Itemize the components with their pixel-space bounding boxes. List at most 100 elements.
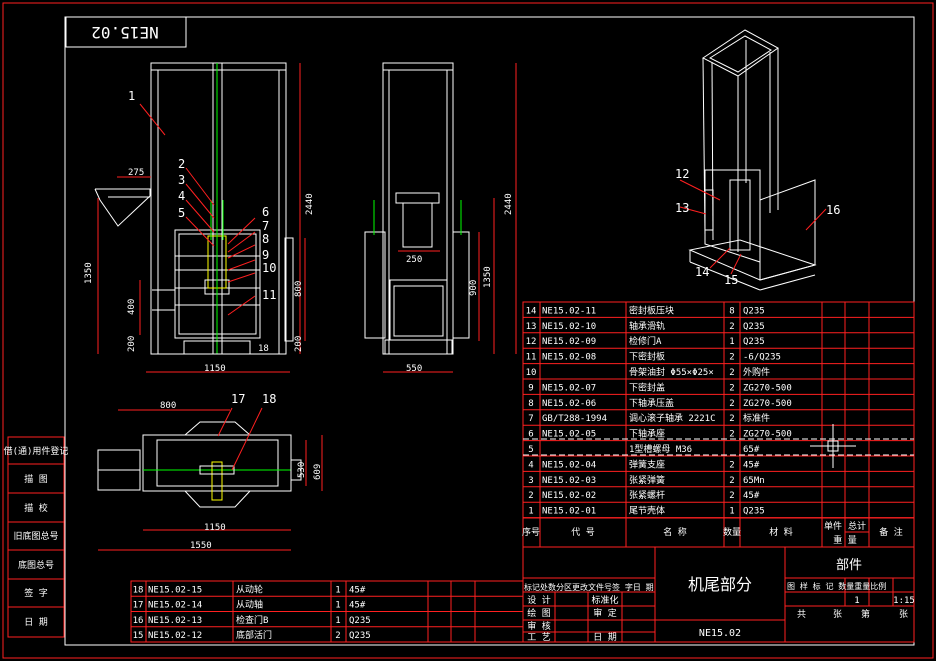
bom-cell-material: ZG270-500 xyxy=(743,399,792,409)
side-view: 2440 250 1350 900 550 xyxy=(364,62,517,374)
bom-cell-code: NE15.02-08 xyxy=(542,353,596,363)
bom2-cell-qty: 1 xyxy=(335,601,340,611)
bom-h-code: 代 号 xyxy=(571,527,594,538)
bom-cell-code: GB/T288-1994 xyxy=(542,414,607,424)
bom-cell-qty: 8 xyxy=(729,306,734,316)
callout-18: 18 xyxy=(262,392,276,406)
bom2-cell-no: 15 xyxy=(133,631,144,641)
side-stamp-table: 借(通)用件登记 描 图 描 校 旧底图总号 底图总号 签 字 日 期 xyxy=(4,436,68,638)
bom-cell-code: NE15.02-04 xyxy=(542,460,596,470)
bom-cell-no: 8 xyxy=(528,399,533,409)
bom-cell-no: 11 xyxy=(526,353,537,363)
bom-cell-name: 尾节壳体 xyxy=(629,505,665,517)
bom-cell-code: NE15.02-06 xyxy=(542,399,596,409)
bom-cell-material: 45# xyxy=(743,491,760,501)
callout-8: 8 xyxy=(262,232,269,246)
tb-role2-0: 标准化 xyxy=(591,594,618,606)
crosshair-cursor xyxy=(810,424,856,468)
bom-cell-qty: 2 xyxy=(729,460,734,470)
bom2-cell-code: NE15.02-14 xyxy=(148,601,202,611)
callout-13: 13 xyxy=(675,201,689,215)
bom-cell-name: 下密封盖 xyxy=(629,381,665,393)
bom-cell-qty: 2 xyxy=(729,399,734,409)
bom-cell-code: NE15.02-11 xyxy=(542,306,596,316)
tb-category: 部件 xyxy=(836,558,862,573)
bom-cell-no: 2 xyxy=(528,491,533,501)
callout-7: 7 xyxy=(262,219,269,233)
bom-cell-material: Q235 xyxy=(743,322,765,332)
bom-cell-material: 标准件 xyxy=(743,412,770,424)
tb-part-name: 机尾部分 xyxy=(688,575,752,594)
bom-cell-code: NE15.02-10 xyxy=(542,322,596,332)
dim-front-2440: 2440 xyxy=(305,193,315,215)
drawing-sheet: NE15.02 借(通)用件登记 描 图 描 校 旧底图总号 底图总号 签 字 … xyxy=(2,2,934,659)
bom-h-unit: 单件 xyxy=(824,520,842,532)
stamp-2: 描 校 xyxy=(24,502,47,514)
bom2-cell-code: NE15.02-13 xyxy=(148,616,202,626)
callout-3: 3 xyxy=(178,173,185,187)
tb-role2-3: 日 期 xyxy=(593,632,616,643)
tb-scale: 1:15 xyxy=(893,596,915,606)
callout-10: 10 xyxy=(262,261,276,275)
bom2-cell-code: NE15.02-12 xyxy=(148,631,202,641)
bom-cell-no: 6 xyxy=(528,430,533,440)
bom-cell-name: 检修门A xyxy=(629,335,662,347)
bom-cell-no: 4 xyxy=(528,460,533,470)
bom-cell-no: 10 xyxy=(526,368,537,378)
bom-cell-code: NE15.02-02 xyxy=(542,491,596,501)
bom2-cell-material: 45# xyxy=(349,601,366,611)
callout-4: 4 xyxy=(178,189,185,203)
bom-cell-no: 9 xyxy=(528,383,533,393)
callout-1: 1 xyxy=(128,89,135,103)
tb-role2-1: 审 定 xyxy=(593,607,616,619)
bom-cell-material: Q235 xyxy=(743,337,765,347)
bom2-cell-qty: 2 xyxy=(335,631,340,641)
bom-cell-name: 弹簧支座 xyxy=(629,458,665,470)
callout-17: 17 xyxy=(231,392,245,406)
bom-cell-qty: 2 xyxy=(729,476,734,486)
bom-cell-material: Q235 xyxy=(743,306,765,316)
dim-front-200a: 200 xyxy=(127,336,137,352)
bom2-cell-name: 从动轴 xyxy=(236,599,263,611)
dim-front-18: 18 xyxy=(258,344,269,354)
bom-cell-name: 调心滚子轴承 2221C xyxy=(629,412,716,424)
bom-cell-name: 1型槽螺母 M36 xyxy=(629,443,692,455)
bom-cell-qty: 2 xyxy=(729,491,734,501)
bom2-cell-code: NE15.02-15 xyxy=(148,585,202,595)
bom-cell-no: 12 xyxy=(526,337,537,347)
dim-side-2440: 2440 xyxy=(504,193,514,215)
bom-header: 序号 代 号 名 称 数量 材 料 单件 总计 重 量 备 注 xyxy=(522,517,914,546)
bom-cell-no: 3 xyxy=(528,476,533,486)
bom-h-weight: 重 量 xyxy=(833,534,856,546)
callout-6: 6 xyxy=(262,205,269,219)
dim-plan-1550: 1550 xyxy=(190,541,212,551)
bom-cell-name: 下密封板 xyxy=(629,351,665,363)
bom-h-no: 序号 xyxy=(522,526,540,538)
bom2-cell-material: Q235 xyxy=(349,631,371,641)
bom-cell-material: 45# xyxy=(743,460,760,470)
tb-role-1: 绘 图 xyxy=(527,607,550,619)
callout-9: 9 xyxy=(262,248,269,262)
bom-cell-code: NE15.02-05 xyxy=(542,430,596,440)
bom-cell-material: ZG270-500 xyxy=(743,383,792,393)
stamp-3: 旧底图总号 xyxy=(13,530,58,542)
bom-cell-material: 65# xyxy=(743,445,760,455)
bom-cell-no: 14 xyxy=(526,306,537,316)
bom-cell-qty: 2 xyxy=(729,430,734,440)
bom-h-total: 总计 xyxy=(848,520,866,532)
bom-cell-qty: 2 xyxy=(729,353,734,363)
bom-cell-no: 5 xyxy=(528,445,533,455)
stamp-5: 签 字 xyxy=(24,587,47,599)
bom-cell-code: NE15.02-01 xyxy=(542,507,596,517)
bom-h-qty: 数量 xyxy=(723,526,741,538)
bom2-cell-name: 底部活门 xyxy=(236,629,272,641)
dim-front-275: 275 xyxy=(128,168,144,178)
bom-cell-name: 下轴承座 xyxy=(629,428,665,440)
bom-h-material: 材 料 xyxy=(769,526,792,538)
bom2-cell-name: 从动轮 xyxy=(236,583,263,595)
bom2-cell-material: 45# xyxy=(349,585,366,595)
tb-role-3: 工 艺 xyxy=(527,632,550,643)
dim-front-1150: 1150 xyxy=(204,364,226,374)
dim-front-400: 400 xyxy=(127,299,137,315)
tb-sheet-1: 张 xyxy=(833,609,842,620)
